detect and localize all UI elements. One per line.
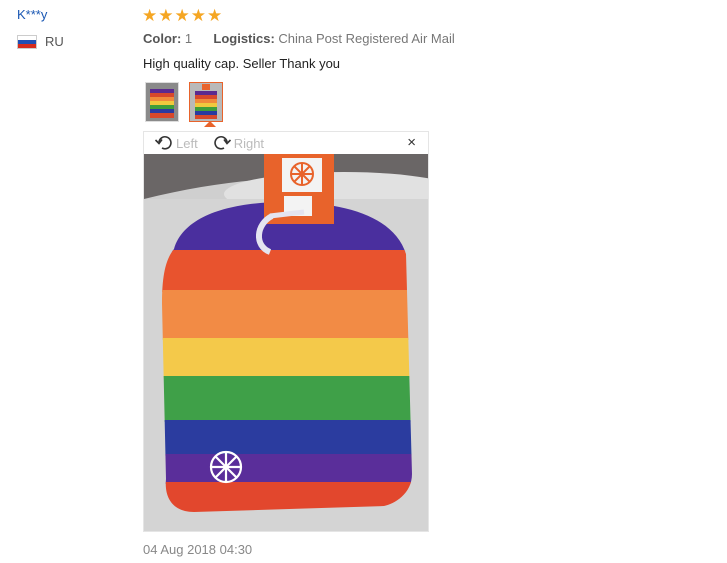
- review-date: 04 Aug 2018 04:30: [143, 542, 253, 557]
- photo-viewer: Left Right ×: [143, 131, 429, 532]
- photo-thumbnail-1[interactable]: [145, 82, 179, 122]
- photo-thumbnail-2[interactable]: [189, 82, 223, 122]
- star-icon: ★: [174, 6, 190, 25]
- country-code: RU: [45, 34, 64, 49]
- close-icon[interactable]: ×: [407, 135, 416, 151]
- rotate-right-button[interactable]: Right: [212, 134, 264, 152]
- rating-stars: ★ ★ ★ ★ ★: [142, 6, 223, 26]
- user-name[interactable]: K***y: [17, 7, 47, 22]
- order-info: Color: 1 Logistics: China Post Registere…: [143, 31, 455, 47]
- photo-thumbnails: [145, 82, 233, 122]
- user-country: RU: [17, 34, 64, 49]
- review-text: High quality cap. Seller Thank you: [143, 56, 341, 71]
- star-icon: ★: [142, 6, 158, 25]
- viewer-toolbar: Left Right ×: [144, 132, 428, 154]
- review-photo: [144, 154, 428, 531]
- color-label: Color:: [143, 31, 182, 46]
- star-icon: ★: [190, 6, 206, 25]
- rotate-right-icon: [213, 135, 231, 150]
- rotate-left-icon: [154, 135, 172, 150]
- russia-flag-icon: [17, 34, 37, 49]
- active-thumbnail-caret: [204, 121, 216, 127]
- rotate-left-button[interactable]: Left: [154, 134, 198, 152]
- logistics-label: Logistics:: [213, 31, 275, 46]
- rotate-right-label: Right: [233, 135, 265, 151]
- logistics-value: China Post Registered Air Mail: [278, 31, 455, 46]
- rotate-left-label: Left: [176, 135, 198, 151]
- star-icon: ★: [207, 6, 223, 25]
- star-icon: ★: [158, 6, 174, 25]
- color-value: 1: [184, 31, 193, 46]
